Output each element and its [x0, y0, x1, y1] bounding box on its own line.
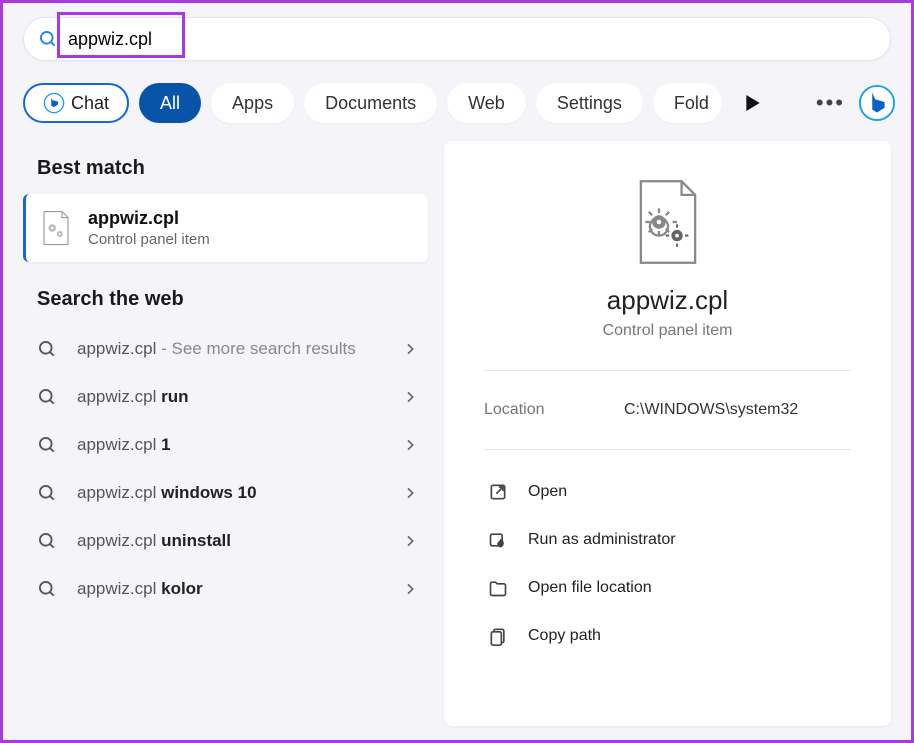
folder-icon — [488, 578, 508, 598]
action-open-location[interactable]: Open file location — [484, 564, 851, 612]
main-content: Best match appwiz.cpl Control panel item… — [3, 141, 911, 726]
web-result-item[interactable]: appwiz.cpl 1 — [23, 421, 428, 469]
chevron-right-icon — [402, 581, 418, 597]
filter-all[interactable]: All — [139, 83, 201, 123]
best-match-heading: Best match — [37, 157, 414, 180]
filter-tab-row: Chat All Apps Documents Web Settings Fol… — [3, 61, 911, 141]
action-run-admin-label: Run as administrator — [528, 531, 676, 549]
filter-web[interactable]: Web — [447, 83, 526, 123]
chevron-right-icon — [402, 533, 418, 549]
web-result-text: appwiz.cpl windows 10 — [77, 483, 402, 503]
web-result-text: appwiz.cpl kolor — [77, 579, 402, 599]
bing-button[interactable] — [857, 83, 897, 123]
web-result-item[interactable]: appwiz.cpl - See more search results — [23, 325, 428, 373]
shield-admin-icon — [488, 530, 508, 550]
bing-icon — [858, 84, 896, 122]
filter-settings[interactable]: Settings — [536, 83, 643, 123]
copy-icon — [488, 626, 508, 646]
preview-title: appwiz.cpl — [484, 285, 851, 316]
more-options-button[interactable]: ••• — [816, 90, 845, 116]
action-open-label: Open — [528, 483, 567, 501]
filter-folders[interactable]: Fold — [653, 83, 722, 123]
chevron-right-icon — [402, 485, 418, 501]
search-icon — [37, 387, 57, 407]
web-result-item[interactable]: appwiz.cpl run — [23, 373, 428, 421]
divider — [484, 370, 851, 371]
web-result-text: appwiz.cpl - See more search results — [77, 339, 402, 359]
web-result-item[interactable]: appwiz.cpl uninstall — [23, 517, 428, 565]
best-match-title: appwiz.cpl — [88, 208, 210, 229]
search-input[interactable] — [68, 29, 876, 50]
action-open[interactable]: Open — [484, 468, 851, 516]
web-result-item[interactable]: appwiz.cpl windows 10 — [23, 469, 428, 517]
web-result-item[interactable]: appwiz.cpl kolor — [23, 565, 428, 613]
search-icon — [37, 531, 57, 551]
filter-apps[interactable]: Apps — [211, 83, 294, 123]
ellipsis-icon: ••• — [816, 90, 845, 115]
web-results-list: appwiz.cpl - See more search results app… — [23, 325, 428, 613]
best-match-result[interactable]: appwiz.cpl Control panel item — [23, 194, 428, 262]
preview-pane: appwiz.cpl Control panel item Location C… — [444, 141, 891, 726]
search-icon — [38, 29, 58, 49]
chat-label: Chat — [71, 93, 109, 114]
location-label: Location — [484, 401, 624, 419]
search-icon — [37, 579, 57, 599]
chat-button[interactable]: Chat — [23, 83, 129, 123]
filter-documents[interactable]: Documents — [304, 83, 437, 123]
search-icon — [37, 339, 57, 359]
web-result-text: appwiz.cpl 1 — [77, 435, 402, 455]
search-icon — [37, 435, 57, 455]
best-match-subtitle: Control panel item — [88, 231, 210, 248]
search-web-heading: Search the web — [37, 288, 414, 311]
web-result-text: appwiz.cpl run — [77, 387, 402, 407]
chevron-right-icon — [402, 389, 418, 405]
search-icon — [37, 483, 57, 503]
preview-subtitle: Control panel item — [484, 322, 851, 340]
action-copy-path-label: Copy path — [528, 627, 601, 645]
preview-file-icon — [484, 179, 851, 265]
location-row: Location C:\WINDOWS\system32 — [484, 389, 851, 431]
action-copy-path[interactable]: Copy path — [484, 612, 851, 660]
action-open-location-label: Open file location — [528, 579, 652, 597]
divider — [484, 449, 851, 450]
cpl-file-icon — [40, 210, 72, 246]
web-result-text: appwiz.cpl uninstall — [77, 531, 402, 551]
results-column: Best match appwiz.cpl Control panel item… — [23, 141, 428, 726]
bing-chat-icon — [43, 92, 65, 114]
chevron-right-icon — [402, 341, 418, 357]
action-run-admin[interactable]: Run as administrator — [484, 516, 851, 564]
location-value: C:\WINDOWS\system32 — [624, 401, 798, 419]
search-bar[interactable] — [23, 17, 891, 61]
scroll-right-button[interactable] — [736, 86, 770, 120]
open-icon — [488, 482, 508, 502]
play-right-icon — [746, 95, 760, 111]
chevron-right-icon — [402, 437, 418, 453]
